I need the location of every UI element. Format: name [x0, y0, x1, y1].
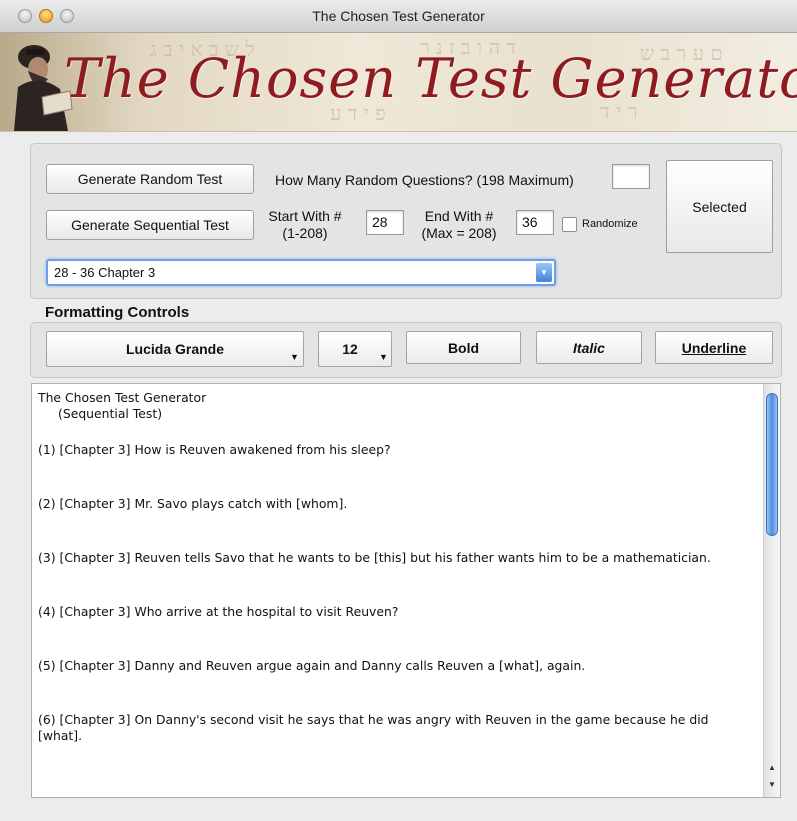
font-popup[interactable]: Lucida Grande	[46, 331, 304, 367]
bold-button[interactable]: Bold	[406, 331, 521, 364]
question-item: (2) [Chapter 3] Mr. Savo plays catch wit…	[38, 496, 348, 511]
formatting-controls-heading: Formatting Controls	[45, 304, 190, 321]
selected-button[interactable]: Selected	[666, 160, 773, 253]
end-with-label: End With # (Max = 208)	[414, 208, 504, 242]
test-title: The Chosen Test Generator	[38, 390, 207, 405]
start-with-label: Start With # (1-208)	[264, 208, 346, 242]
scrollbar-thumb[interactable]	[766, 393, 778, 536]
random-question-count-field[interactable]	[612, 164, 650, 189]
question-item: (3) [Chapter 3] Reuven tells Savo that h…	[38, 550, 711, 565]
randomize-label: Randomize	[582, 218, 638, 230]
italic-button[interactable]: Italic	[536, 331, 642, 364]
test-subtitle: (Sequential Test)	[58, 406, 163, 421]
randomize-checkbox[interactable]	[562, 217, 577, 232]
app-banner: ל ש ב א י ב ג ד ה ו ב ז נ ר ם ע ר ב ש פ …	[0, 33, 797, 132]
font-popup-chevron-icon: ▼	[290, 352, 299, 362]
font-popup-value: Lucida Grande	[125, 341, 225, 357]
generate-sequential-test-button[interactable]: Generate Sequential Test	[46, 210, 254, 240]
question-item: (6) [Chapter 3] On Danny's second visit …	[38, 712, 709, 743]
start-with-field[interactable]: 28	[366, 210, 404, 235]
vertical-scrollbar[interactable]: ▲ ▼	[763, 384, 780, 797]
end-with-label-line2: (Max = 208)	[421, 225, 497, 241]
end-with-label-line1: End With #	[424, 208, 494, 224]
chapter-select-value: 28 - 36 Chapter 3	[54, 265, 156, 280]
window-title: The Chosen Test Generator	[312, 8, 485, 24]
test-output-textarea[interactable]: The Chosen Test Generator (Sequential Te…	[31, 383, 781, 798]
random-question-count-label: How Many Random Questions? (198 Maximum)	[275, 172, 574, 188]
test-output-content: The Chosen Test Generator (Sequential Te…	[38, 390, 756, 744]
banner-title: The Chosen Test Generator	[64, 47, 797, 110]
chapter-select[interactable]: 28 - 36 Chapter 3 ▼	[46, 259, 556, 286]
size-popup-value: 12	[342, 341, 358, 357]
start-with-label-line1: Start With #	[268, 208, 342, 224]
size-popup-chevron-icon: ▼	[379, 352, 388, 362]
generate-random-test-button[interactable]: Generate Random Test	[46, 164, 254, 194]
title-bar: The Chosen Test Generator	[0, 0, 797, 33]
question-item: (5) [Chapter 3] Danny and Reuven argue a…	[38, 658, 586, 673]
start-with-label-line2: (1-208)	[282, 225, 328, 241]
end-with-field[interactable]: 36	[516, 210, 554, 235]
scroll-down-arrow-icon[interactable]: ▼	[764, 777, 780, 791]
app-window: The Chosen Test Generator ל ש ב א י ב ג …	[0, 0, 797, 821]
chevron-down-icon[interactable]: ▼	[536, 263, 552, 282]
question-item: (1) [Chapter 3] How is Reuven awakened f…	[38, 442, 391, 457]
scroll-up-arrow-icon[interactable]: ▲	[764, 760, 780, 774]
question-item: (4) [Chapter 3] Who arrive at the hospit…	[38, 604, 399, 619]
underline-button[interactable]: Underline	[655, 331, 773, 364]
